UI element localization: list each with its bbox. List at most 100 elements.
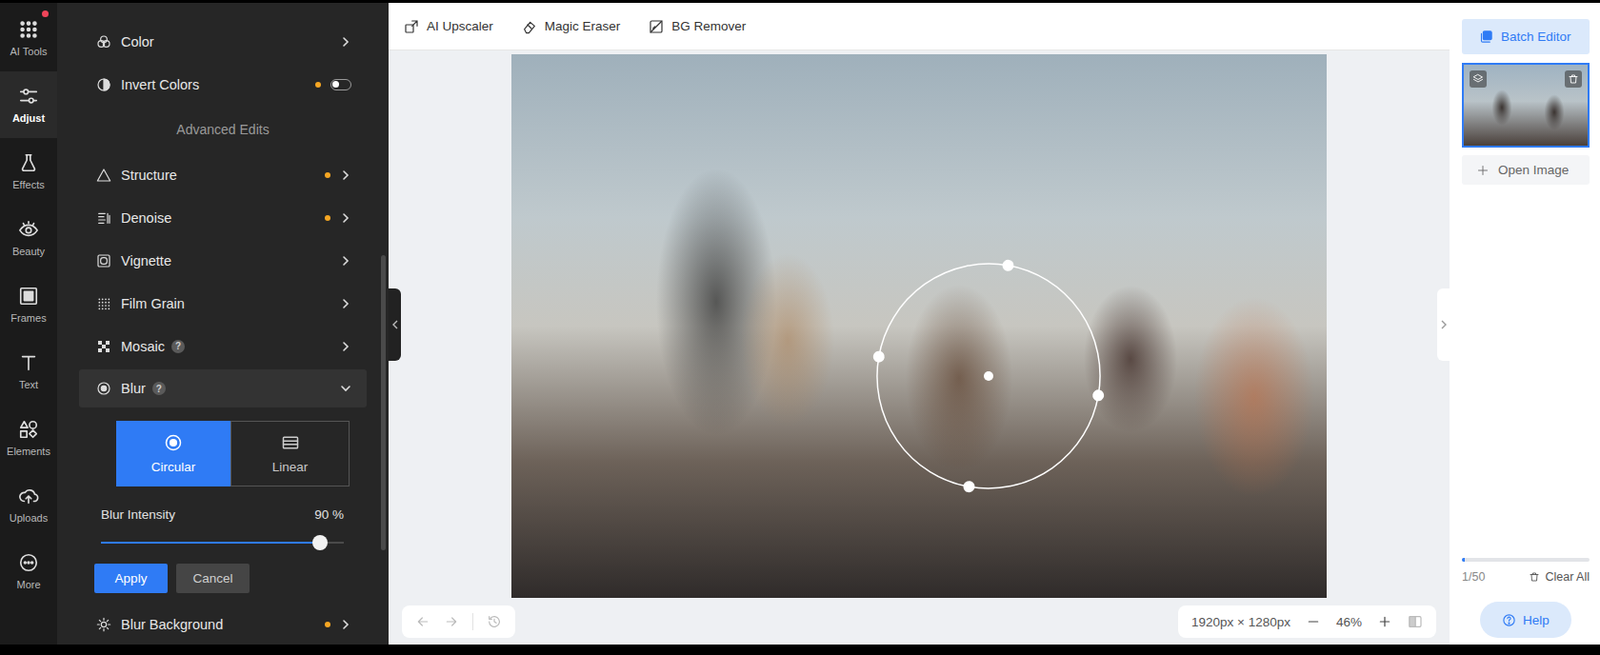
label: 46% xyxy=(1336,615,1362,630)
toggle-switch[interactable] xyxy=(330,79,352,91)
intensity-slider[interactable] xyxy=(100,535,344,551)
adjust-row[interactable]: Mosaic? xyxy=(79,324,367,368)
adjust-row[interactable]: Film Grain xyxy=(79,281,367,325)
slider-track xyxy=(100,541,344,544)
toolbar-button[interactable]: BG Remover xyxy=(648,19,746,35)
redo-icon xyxy=(443,614,460,630)
linear-mode-icon xyxy=(280,433,300,453)
scrollbar[interactable] xyxy=(380,255,386,551)
adjust-panel: Color Invert Colors Advanced Edits Structur… xyxy=(57,2,389,645)
bg-remove-icon xyxy=(648,19,664,35)
chevron-right-icon xyxy=(340,36,352,48)
tool-rail: AI Tools Adjust Effects BeautyFrames Text Ele… xyxy=(0,2,58,645)
label: 1920px × 1280px xyxy=(1191,615,1291,630)
circle-mode-icon xyxy=(163,433,183,453)
top-toolbar: AI Upscaler Magic Eraser BG Remover xyxy=(388,2,1450,51)
toggle-row[interactable]: Invert Colors xyxy=(79,62,367,106)
label: Structure xyxy=(120,167,178,183)
grain-icon xyxy=(96,296,112,312)
section-heading: Advanced Edits xyxy=(57,105,389,154)
label: Open Image xyxy=(1498,162,1569,178)
label: Adjust xyxy=(12,112,45,124)
label: Film Grain xyxy=(120,296,185,312)
label: Blur xyxy=(120,380,146,397)
label: Blur Background xyxy=(120,617,223,633)
rail-item[interactable]: Text xyxy=(0,338,58,405)
flask-icon xyxy=(18,152,40,174)
batch-editor-button[interactable]: Batch Editor xyxy=(1461,19,1590,55)
blur-row[interactable]: Blur? xyxy=(79,369,367,408)
adjust-row[interactable]: Blur Background xyxy=(79,602,367,645)
collapse-right-tab[interactable] xyxy=(1437,288,1450,361)
help-badge[interactable]: ? xyxy=(152,381,166,396)
toolbar-button[interactable]: Magic Eraser xyxy=(521,19,621,35)
label: Magic Eraser xyxy=(544,19,621,34)
rail-item[interactable]: Elements xyxy=(0,404,58,472)
rail-item[interactable]: More xyxy=(0,538,58,605)
modified-dot xyxy=(324,621,331,628)
zoom-out-icon xyxy=(1305,614,1321,630)
rail-item[interactable]: Uploads xyxy=(0,471,58,539)
label: Invert Colors xyxy=(120,77,200,93)
adjust-row[interactable]: Structure xyxy=(79,153,367,197)
help-button[interactable]: Help xyxy=(1480,601,1572,639)
label: More xyxy=(16,579,40,591)
label: Effects xyxy=(12,179,44,191)
label: Text xyxy=(19,379,39,391)
modified-dot xyxy=(324,215,331,221)
apply-button[interactable]: Apply xyxy=(94,563,168,594)
trash-icon xyxy=(1567,73,1580,85)
rail-item[interactable]: Effects xyxy=(0,138,58,205)
label: Color xyxy=(120,34,155,50)
label: BG Remover xyxy=(671,19,746,34)
label: Clear All xyxy=(1544,570,1590,584)
toggle-knob xyxy=(332,80,340,88)
history-icon xyxy=(486,614,502,630)
more-icon xyxy=(18,552,40,574)
batch-icon xyxy=(1479,29,1494,44)
zoom-controls: 1920px × 1280px 46% xyxy=(1178,605,1437,639)
canvas-area: AI Upscaler Magic Eraser BG Remover 1920px … xyxy=(388,2,1450,645)
collapse-left-tab[interactable] xyxy=(388,288,401,361)
upload-icon xyxy=(18,485,40,507)
slider-thumb[interactable] xyxy=(312,535,328,551)
photo[interactable] xyxy=(511,54,1327,599)
invert-icon xyxy=(96,77,112,93)
toolbar-button[interactable]: AI Upscaler xyxy=(403,19,494,35)
focus-overlay[interactable] xyxy=(511,54,1327,599)
mode-button[interactable]: Circular xyxy=(116,420,231,487)
label: Vignette xyxy=(120,253,172,269)
image-thumbnail[interactable] xyxy=(1461,62,1590,148)
help-badge[interactable]: ? xyxy=(171,340,185,354)
blur-icon xyxy=(96,380,112,397)
clear-all-button[interactable]: Clear All xyxy=(1528,570,1590,584)
open-image-button[interactable]: Open Image xyxy=(1461,155,1590,185)
compare-icon xyxy=(1407,614,1423,630)
adjust-row[interactable]: Color xyxy=(79,20,367,63)
structure-icon xyxy=(96,167,112,183)
help-icon xyxy=(1501,613,1517,628)
rail-item[interactable]: Adjust xyxy=(0,71,58,139)
shapes-icon xyxy=(18,419,40,440)
cancel-button[interactable]: Cancel xyxy=(176,563,250,594)
modified-dot xyxy=(324,172,331,179)
chevron-down-icon xyxy=(340,382,352,395)
chevron-right-icon xyxy=(340,619,352,631)
images-panel: Batch Editor Open Image 1/50 Clear All Help xyxy=(1449,2,1600,645)
rail-item[interactable]: Beauty xyxy=(0,204,58,272)
label: Elements xyxy=(6,445,51,458)
label: AI Upscaler xyxy=(426,19,494,34)
trash-icon xyxy=(1528,571,1540,583)
adjust-row[interactable]: Denoise xyxy=(79,196,367,240)
eye-icon xyxy=(18,219,40,240)
sun-icon xyxy=(96,617,112,633)
modified-dot xyxy=(315,81,321,88)
mode-button[interactable]: Linear xyxy=(230,420,350,487)
label: 1/50 xyxy=(1461,570,1485,584)
text-icon xyxy=(18,352,40,374)
rail-item[interactable]: AI Tools xyxy=(0,4,58,72)
label: Blur Intensity xyxy=(100,507,176,522)
chevron-right-icon xyxy=(340,212,352,224)
rail-item[interactable]: Frames xyxy=(0,271,58,339)
adjust-row[interactable]: Vignette xyxy=(79,239,367,282)
